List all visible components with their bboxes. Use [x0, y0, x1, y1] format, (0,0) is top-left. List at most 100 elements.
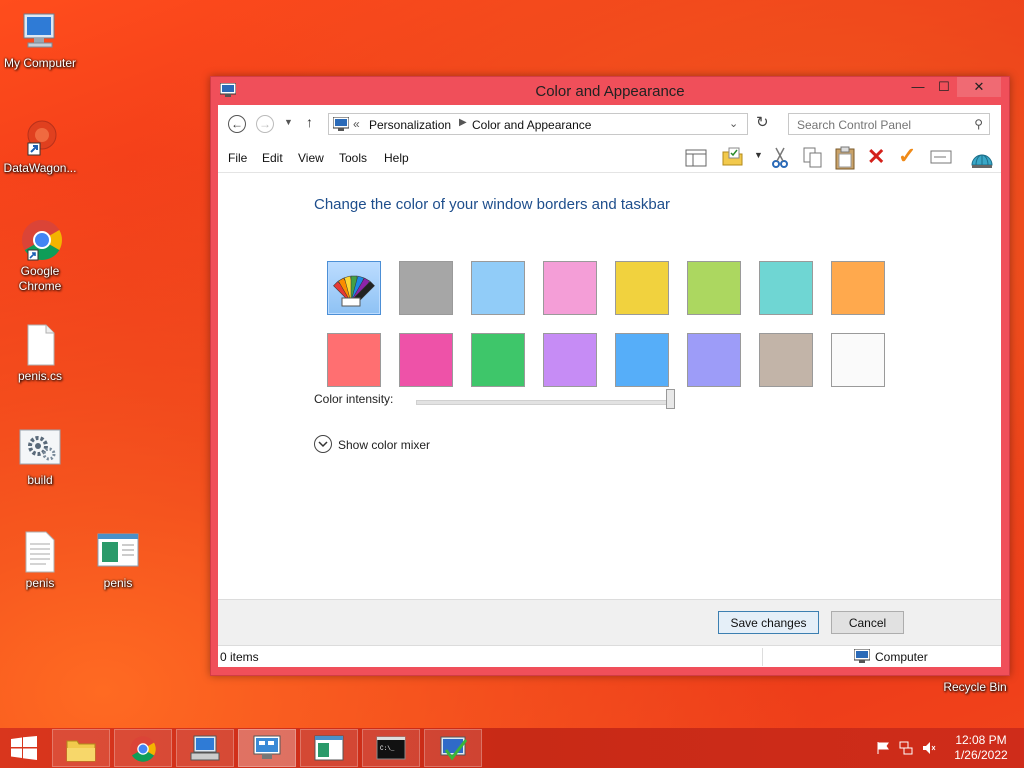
taskbar: C:\_ 12:08 PM 1/26/2022 — [0, 728, 1024, 768]
window-client-area: ← → ▼ ↑ « Personalization ▶ Color and Ap… — [218, 105, 1001, 667]
batch-file-gear-icon — [18, 427, 62, 471]
color-swatch[interactable] — [615, 261, 669, 315]
windows-start-icon[interactable] — [10, 736, 38, 763]
color-swatch[interactable] — [687, 261, 741, 315]
back-arrow-icon[interactable]: ← — [228, 115, 246, 133]
cancel-button[interactable]: Cancel — [831, 611, 904, 634]
address-bar[interactable]: « Personalization ▶ Color and Appearance… — [328, 113, 748, 135]
check-monitor-icon — [440, 736, 468, 761]
status-divider — [762, 648, 763, 666]
color-swatch[interactable] — [471, 261, 525, 315]
desktop-icon-penis-app[interactable]: penis — [78, 530, 158, 591]
color-intensity-slider-thumb[interactable] — [666, 389, 675, 409]
breadcrumb-color-appearance[interactable]: Color and Appearance — [472, 118, 591, 132]
desktop-icon-datawagon[interactable]: DataWagon... — [0, 115, 80, 176]
save-changes-button[interactable]: Save changes — [718, 611, 819, 634]
color-swatch[interactable] — [615, 333, 669, 387]
menu-edit[interactable]: Edit — [262, 151, 283, 165]
color-swatch[interactable] — [543, 261, 597, 315]
paste-clipboard-icon[interactable] — [834, 146, 856, 173]
recent-locations-chevron-icon[interactable]: ▼ — [284, 117, 293, 127]
show-color-mixer-label[interactable]: Show color mixer — [338, 438, 430, 452]
desktop-icon-label: penis — [103, 576, 133, 590]
folder-options-icon[interactable] — [722, 147, 744, 170]
desktop-icon-label: Google Chrome — [18, 264, 62, 293]
search-input[interactable] — [795, 117, 969, 133]
copy-icon[interactable] — [803, 147, 823, 172]
taskbar-control-panel[interactable] — [238, 729, 296, 767]
breadcrumb-personalization[interactable]: Personalization — [369, 118, 451, 132]
desktop-icon-penis-text[interactable]: penis — [0, 530, 80, 591]
color-swatch[interactable] — [471, 333, 525, 387]
desktop-icon-label: penis — [25, 576, 55, 590]
forward-arrow-icon[interactable]: → — [256, 115, 274, 133]
chevron-down-circle-icon[interactable] — [314, 435, 332, 453]
taskbar-system-tool[interactable] — [424, 729, 482, 767]
color-swatch[interactable] — [399, 333, 453, 387]
color-swatch[interactable] — [543, 333, 597, 387]
desktop-icon-penis-cs[interactable]: penis.cs — [0, 323, 80, 384]
color-appearance-window: Color and Appearance — ☐ ✕ ← → ▼ ↑ « Per… — [210, 76, 1010, 676]
desktop-icon-label: My Computer — [3, 56, 77, 70]
refresh-icon[interactable]: ↻ — [756, 113, 769, 131]
network-globe-icon[interactable] — [970, 147, 994, 172]
color-settings-panel: Change the color of your window borders … — [218, 173, 1001, 599]
layout-pane-icon[interactable] — [685, 148, 707, 171]
status-bar: 0 items Computer — [218, 645, 1001, 667]
color-swatch[interactable] — [399, 261, 453, 315]
action-center-flag-icon[interactable] — [876, 741, 890, 755]
menu-tools[interactable]: Tools — [339, 151, 367, 165]
color-swatch[interactable] — [759, 261, 813, 315]
clock-date: 1/26/2022 — [954, 748, 1008, 762]
taskbar-command-prompt[interactable]: C:\_ — [362, 729, 420, 767]
navigation-bar: ← → ▼ ↑ « Personalization ▶ Color and Ap… — [218, 105, 1001, 143]
page-heading: Change the color of your window borders … — [314, 196, 671, 213]
desktop-icon-google-chrome[interactable]: Google Chrome — [0, 218, 80, 294]
organize-dropdown-chevron-icon[interactable]: ▼ — [754, 150, 763, 160]
menu-bar: File Edit View Tools Help ▼ ✕ ✓ — [218, 143, 1001, 173]
taskbar-file-explorer[interactable] — [52, 729, 110, 767]
taskbar-clock[interactable]: 12:08 PM 1/26/2022 — [946, 733, 1016, 763]
address-dropdown-chevron-icon[interactable]: ⌄ — [729, 117, 738, 130]
search-icon[interactable]: ⚲ — [974, 117, 983, 131]
folder-icon — [66, 740, 96, 762]
overflow-crumb[interactable]: « — [353, 117, 360, 131]
title-bar[interactable]: Color and Appearance — ☐ ✕ — [211, 77, 1009, 105]
file-icon — [18, 323, 62, 367]
color-intensity-slider-track[interactable] — [416, 400, 674, 405]
cut-scissors-icon[interactable] — [771, 147, 789, 172]
rename-icon[interactable] — [930, 149, 952, 168]
close-button[interactable]: ✕ — [957, 77, 1001, 97]
keyboard-monitor-icon — [190, 735, 220, 761]
menu-view[interactable]: View — [298, 151, 324, 165]
volume-muted-icon[interactable] — [922, 741, 936, 755]
network-icon[interactable] — [899, 741, 913, 755]
desktop-icon-label: build — [27, 473, 53, 487]
color-swatch[interactable] — [831, 333, 885, 387]
taskbar-chrome[interactable] — [114, 729, 172, 767]
desktop-icon-label: penis.cs — [17, 369, 63, 383]
color-intensity-label: Color intensity: — [314, 392, 394, 406]
properties-check-icon[interactable]: ✓ — [898, 145, 916, 167]
color-swatch[interactable] — [327, 333, 381, 387]
menu-file[interactable]: File — [228, 151, 247, 165]
menu-help[interactable]: Help — [384, 151, 409, 165]
taskbar-app-window[interactable] — [300, 729, 358, 767]
maximize-button[interactable]: ☐ — [931, 77, 957, 97]
command-prompt-icon: C:\_ — [376, 736, 406, 760]
desktop-icon-build[interactable]: build — [0, 427, 80, 488]
search-field[interactable]: ⚲ — [788, 113, 990, 135]
color-swatch[interactable] — [831, 261, 885, 315]
delete-x-icon[interactable]: ✕ — [867, 146, 885, 168]
chrome-icon — [130, 736, 156, 762]
color-swatch[interactable] — [759, 333, 813, 387]
taskbar-on-screen-keyboard[interactable] — [176, 729, 234, 767]
chrome-icon — [18, 218, 62, 262]
up-arrow-icon[interactable]: ↑ — [306, 114, 313, 130]
clock-time: 12:08 PM — [955, 733, 1007, 747]
minimize-button[interactable]: — — [905, 77, 931, 97]
desktop-icon-label: DataWagon... — [3, 161, 77, 175]
color-swatch[interactable] — [687, 333, 741, 387]
desktop-icon-my-computer[interactable]: My Computer — [0, 10, 80, 71]
automatic-color-swatch[interactable] — [327, 261, 381, 315]
